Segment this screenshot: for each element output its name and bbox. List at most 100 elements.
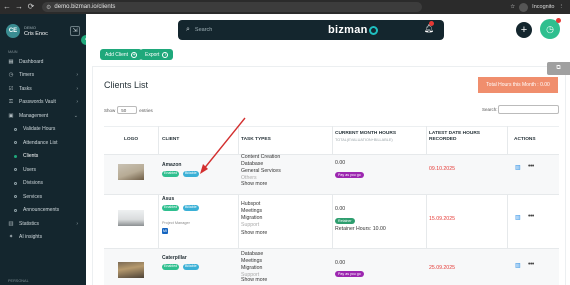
total-hours-badge: Total Hours this Month : 0.00: [478, 77, 558, 93]
notifications-icon[interactable]: 🔔︎: [424, 21, 434, 33]
billing-badge: Billable: [183, 171, 199, 177]
chevron-right-icon: ›: [76, 85, 78, 92]
incognito-icon: [519, 2, 529, 12]
sidebar-item-attendance[interactable]: Attendance List: [0, 136, 86, 150]
sidebar-item-validate-hours[interactable]: Validate Hours: [0, 123, 86, 137]
sidebar-item-statistics[interactable]: ▥ Statistics ›: [0, 217, 86, 231]
table-search-input[interactable]: [498, 105, 559, 114]
status-badge: Enabled: [162, 171, 180, 177]
search-icon: ⌕: [186, 26, 190, 33]
sidebar-item-services[interactable]: Services: [0, 190, 86, 204]
header-current-hours: CURRENT MONTH HOURS TOTAL(EVALUATION+BIL…: [335, 131, 396, 143]
client-name[interactable]: Caterpillar: [162, 255, 187, 261]
sidebar-item-label: Clients: [23, 153, 39, 160]
page-title: Clients List: [104, 80, 149, 90]
sidebar-item-divisions[interactable]: Divisions: [0, 177, 86, 191]
latest-date: 25.09.2025: [429, 265, 455, 271]
side-panel-toggle[interactable]: ⧉: [547, 62, 570, 75]
brand-logo[interactable]: bizman: [328, 24, 378, 36]
url-text: demo.bizman.io/clients: [54, 4, 116, 10]
chart-icon[interactable]: ▥: [515, 262, 521, 269]
sidebar-item-label: AI insights: [19, 234, 43, 241]
entries-select[interactable]: 50: [117, 106, 138, 114]
chevron-right-icon: ›: [76, 99, 78, 106]
quick-add-button[interactable]: +: [516, 22, 532, 38]
project-manager-avatar[interactable]: MI: [162, 228, 168, 234]
notification-badge: [429, 21, 434, 26]
back-icon[interactable]: ←: [2, 0, 12, 14]
search-placeholder: Search: [194, 27, 213, 33]
task-item: Meetings: [241, 208, 263, 214]
sidebar-item-tasks[interactable]: ☑ Tasks ›: [0, 82, 86, 96]
statistics-icon: ▥: [8, 220, 14, 227]
task-item: Database: [241, 251, 264, 257]
profile-block[interactable]: CE DEMO Cris Enoc ⇲: [0, 14, 86, 44]
billing-type-badge: Pay as you go: [335, 271, 364, 277]
timer-button[interactable]: ◷: [540, 18, 561, 39]
sidebar-item-label: Management: [19, 112, 49, 119]
task-item: Database: [241, 161, 264, 167]
avatar[interactable]: CE: [6, 24, 20, 38]
current-hours-value: 0.00: [335, 260, 346, 266]
reload-icon[interactable]: ⟳: [26, 0, 36, 14]
plus-circle-icon: +: [131, 51, 138, 58]
client-name[interactable]: Amazon: [162, 162, 181, 168]
browser-toolbar: ← → ⟳ ⚙ demo.bizman.io/clients ☆ Incogni…: [0, 0, 570, 14]
export-label: Export: [145, 51, 160, 58]
logout-icon[interactable]: ⇲: [70, 26, 80, 36]
forward-icon[interactable]: →: [14, 0, 24, 14]
sidebar-item-management[interactable]: ▣ Management ⌄: [0, 109, 86, 123]
add-client-button[interactable]: Add Client +: [100, 49, 143, 60]
export-button[interactable]: Export ›: [140, 49, 174, 60]
sidebar-item-dashboard[interactable]: ▦ Dashboard: [0, 55, 86, 69]
task-item: Migration: [241, 265, 263, 271]
latest-date: 09.10.2025: [429, 166, 455, 172]
more-actions-icon[interactable]: •••: [528, 261, 534, 268]
sidebar-item-label: Dashboard: [19, 58, 44, 65]
sidebar-item-clients[interactable]: Clients: [0, 150, 86, 164]
sidebar: CE DEMO Cris Enoc ⇲ MAIN ▦ Dashboard ◷ Tim…: [0, 14, 86, 285]
sidebar-item-timers[interactable]: ◷ Timers ›: [0, 69, 86, 83]
sidebar-item-label: Attendance List: [23, 139, 58, 146]
sidebar-item-ai-insights[interactable]: ✦ AI insights: [0, 231, 86, 245]
sidebar-item-users[interactable]: Users: [0, 163, 86, 177]
header-current-hours-label: CURRENT MONTH HOURS: [335, 131, 397, 136]
brand-ring-icon: [368, 25, 378, 35]
sidebar-item-passwords[interactable]: ⚿ Passwords Vault ›: [0, 96, 86, 110]
header-latest-date-line2: RECORDED: [429, 137, 457, 142]
client-logo-image: [118, 210, 144, 226]
star-icon[interactable]: ☆: [510, 4, 515, 10]
sidebar-item-announcements[interactable]: Announcements: [0, 204, 86, 218]
current-hours-value: 0.00: [335, 160, 346, 166]
tasks-icon: ☑: [8, 85, 14, 92]
chevron-right-icon: ›: [76, 72, 78, 79]
client-name[interactable]: Asus: [162, 196, 174, 202]
chart-icon[interactable]: ▥: [515, 214, 521, 221]
section-personal-label: PERSONAL: [8, 279, 29, 283]
bullet-icon: [14, 208, 17, 212]
address-bar[interactable]: ⚙ demo.bizman.io/clients: [42, 2, 422, 12]
profile-name: Cris Enoc: [24, 31, 48, 37]
export-icon: ›: [162, 51, 169, 58]
sidebar-nav: ▦ Dashboard ◷ Timers › ☑ Tasks › ⚿ Passwords V…: [0, 55, 86, 244]
menu-icon[interactable]: ⋮: [559, 4, 565, 10]
task-list: Hubspot Meetings Migration Support: [241, 201, 262, 229]
status-badge: Enabled: [162, 205, 180, 211]
show-more-link[interactable]: Show more: [241, 277, 267, 283]
header-latest-date: LATEST DATE HOURS RECORDED: [429, 131, 480, 143]
more-actions-icon[interactable]: •••: [528, 213, 534, 220]
sidebar-item-label: Validate Hours: [23, 126, 56, 133]
chart-icon[interactable]: ▥: [515, 164, 521, 171]
bullet-icon: [14, 141, 17, 145]
latest-date: 15.09.2025: [429, 216, 455, 222]
bullet-icon: [14, 168, 17, 172]
sidebar-item-label: Statistics: [19, 220, 40, 227]
task-item: Meetings: [241, 258, 263, 264]
show-more-link[interactable]: Show more: [241, 181, 267, 187]
show-more-link[interactable]: Show more: [241, 230, 267, 236]
bullet-icon: [14, 127, 17, 131]
more-actions-icon[interactable]: •••: [528, 163, 534, 170]
header-current-hours-sub: TOTAL(EVALUATION+BILLABLE): [335, 138, 393, 142]
sparkle-icon: ✦: [8, 234, 14, 241]
site-info-icon[interactable]: ⚙: [46, 4, 51, 11]
